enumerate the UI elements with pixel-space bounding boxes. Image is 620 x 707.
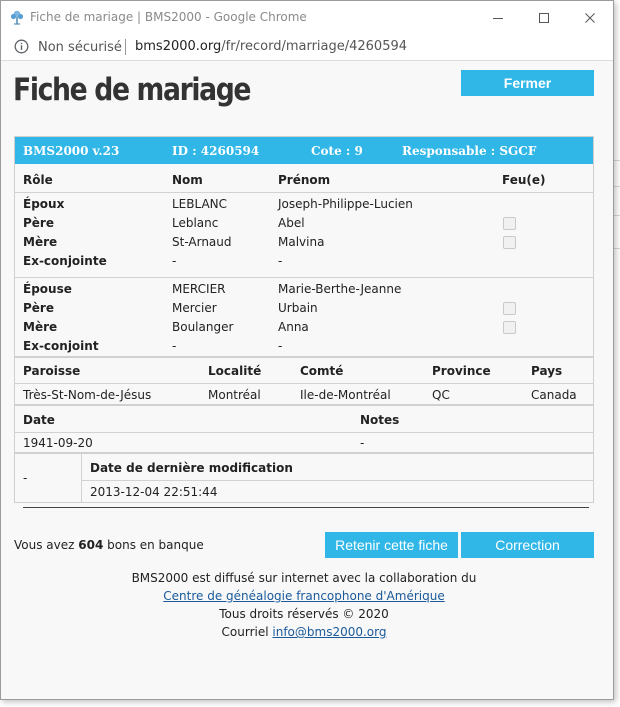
- role-label: Mère: [23, 320, 58, 334]
- correction-button[interactable]: Correction: [461, 532, 594, 558]
- person-nom: Leblanc: [172, 216, 219, 230]
- place-localite: Montréal: [208, 388, 261, 402]
- footer-line: BMS2000 est diffusé sur internet avec la…: [131, 571, 477, 585]
- marriage-date: 1941-09-20: [23, 436, 93, 450]
- title-bar[interactable]: Fiche de mariage | BMS2000 - Google Chro…: [1, 1, 613, 34]
- column-header-comte: Comté: [300, 364, 344, 378]
- close-window-button[interactable]: [567, 1, 613, 34]
- browser-window: Fiche de mariage | BMS2000 - Google Chro…: [0, 0, 614, 700]
- close-button[interactable]: Fermer: [461, 70, 594, 96]
- url-field[interactable]: bms2000.org/fr/record/marriage/4260594: [135, 39, 407, 54]
- maximize-button[interactable]: [521, 1, 567, 34]
- person-nom: LEBLANC: [172, 197, 228, 211]
- bank-count: 604: [78, 538, 104, 552]
- person-nom: -: [172, 254, 177, 268]
- minimize-icon: [493, 18, 503, 19]
- record-cote: Cote : 9: [311, 144, 363, 158]
- row-divider: [82, 480, 593, 481]
- maximize-icon: [539, 13, 549, 23]
- column-header-paroisse: Paroisse: [23, 364, 81, 378]
- role-label: Ex-conjointe: [23, 254, 107, 268]
- record-header: BMS2000 v.23 ID : 4260594 Cote : 9 Respo…: [15, 137, 593, 164]
- place-paroisse: Très-St-Nom-de-Jésus: [23, 388, 152, 402]
- mail-prefix: Courriel: [221, 625, 273, 639]
- record-table: BMS2000 v.23 ID : 4260594 Cote : 9 Respo…: [14, 136, 594, 503]
- bank-prefix: Vous avez: [14, 538, 79, 552]
- column-header-nom: Nom: [172, 173, 203, 187]
- footer: BMS2000 est diffusé sur internet avec la…: [1, 569, 607, 641]
- person-prenom: -: [278, 339, 283, 353]
- column-header-feu: Feu(e): [502, 173, 546, 187]
- column-header-province: Province: [432, 364, 491, 378]
- keep-record-button[interactable]: Retenir cette fiche: [325, 532, 458, 558]
- person-prenom: Anna: [278, 320, 309, 334]
- page-content: Fiche de mariage Fermer BMS2000 v.23 ID …: [1, 62, 613, 699]
- copyright-text: Tous droits réservés © 2020: [219, 607, 389, 621]
- minimize-button[interactable]: [475, 1, 521, 34]
- column-header-localite: Localité: [208, 364, 262, 378]
- person-prenom: -: [278, 254, 283, 268]
- security-label[interactable]: Non sécurisé: [38, 40, 122, 55]
- person-nom: -: [172, 339, 177, 353]
- row-divider: [15, 192, 593, 193]
- person-prenom: Urbain: [278, 301, 318, 315]
- address-bar[interactable]: Non sécurisé bms2000.org/fr/record/marri…: [1, 34, 613, 61]
- person-prenom: Abel: [278, 216, 305, 230]
- role-label: Père: [23, 301, 54, 315]
- window-title: Fiche de mariage | BMS2000 - Google Chro…: [30, 10, 307, 24]
- url-path: /fr/record/marriage/4260594: [221, 39, 408, 54]
- tree-app-icon: [10, 10, 24, 25]
- bank-balance: Vous avez 604 bons en banque: [14, 538, 204, 552]
- column-header-prenom: Prénom: [278, 173, 331, 187]
- contact-line: Courriel info@bms2000.org: [1, 623, 607, 641]
- place-province: QC: [432, 388, 450, 402]
- column-header-notes: Notes: [360, 413, 400, 427]
- deceased-checkbox[interactable]: [503, 236, 516, 249]
- section-divider: [15, 452, 593, 454]
- person-nom: Mercier: [172, 301, 217, 315]
- address-separator: [125, 39, 126, 55]
- record-responsable: Responsable : SGCF: [402, 144, 537, 158]
- section-divider: [15, 356, 593, 358]
- person-prenom: Malvina: [278, 235, 325, 249]
- partner-link[interactable]: Centre de généalogie francophone d'Améri…: [163, 589, 444, 603]
- person-nom: St-Arnaud: [172, 235, 232, 249]
- page-title: Fiche de mariage: [13, 72, 252, 108]
- bank-suffix: bons en banque: [103, 538, 204, 552]
- modification-label: Date de dernière modification: [90, 461, 293, 475]
- place-comte: Ile-de-Montréal: [300, 388, 391, 402]
- email-link[interactable]: info@bms2000.org: [272, 625, 386, 639]
- record-id: ID : 4260594: [172, 144, 260, 158]
- role-label: Père: [23, 216, 54, 230]
- role-label: Mère: [23, 235, 58, 249]
- marriage-notes: -: [360, 436, 365, 450]
- column-header-role: Rôle: [23, 173, 53, 187]
- section-divider: [15, 404, 593, 406]
- modification-left-value: -: [23, 471, 28, 485]
- role-label: Époux: [23, 197, 65, 211]
- column-header-date: Date: [23, 413, 55, 427]
- person-prenom: Marie-Berthe-Jeanne: [278, 282, 402, 296]
- column-header-pays: Pays: [531, 364, 563, 378]
- row-divider: [15, 432, 593, 433]
- row-divider: [15, 383, 593, 384]
- column-divider: [81, 454, 82, 503]
- deceased-checkbox[interactable]: [503, 321, 516, 334]
- group-divider: [15, 277, 593, 278]
- place-pays: Canada: [531, 388, 577, 402]
- content-divider: [23, 507, 589, 508]
- url-host: bms2000.org: [135, 39, 222, 54]
- record-version: BMS2000 v.23: [23, 144, 120, 158]
- role-label: Ex-conjoint: [23, 339, 99, 353]
- info-icon[interactable]: [14, 39, 29, 54]
- deceased-checkbox[interactable]: [503, 302, 516, 315]
- person-nom: Boulanger: [172, 320, 234, 334]
- person-prenom: Joseph-Philippe-Lucien: [278, 197, 413, 211]
- close-icon: [585, 13, 595, 23]
- person-nom: MERCIER: [172, 282, 226, 296]
- modification-value: 2013-12-04 22:51:44: [90, 485, 218, 499]
- deceased-checkbox[interactable]: [503, 217, 516, 230]
- role-label: Épouse: [23, 282, 72, 296]
